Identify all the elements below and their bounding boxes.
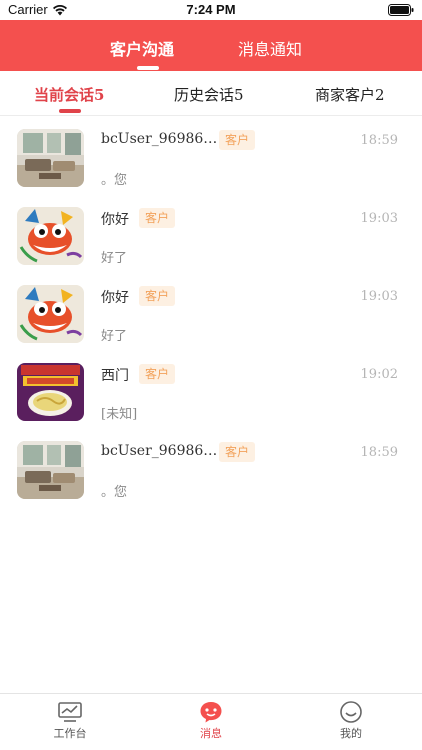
customer-badge: 客户 — [219, 442, 256, 462]
conversation-time: 18:59 — [360, 133, 398, 148]
last-message-preview: 好了 — [101, 329, 128, 344]
top-navigation: 客户沟通 消息通知 — [0, 20, 422, 71]
conversation-name: bcUser_96986… — [101, 443, 218, 459]
customer-badge: 客户 — [139, 208, 176, 228]
avatar-room-photo — [17, 129, 84, 187]
nav-messages[interactable]: 消息 — [171, 700, 251, 741]
nav-workbench[interactable]: 工作台 — [30, 700, 110, 741]
customer-badge: 客户 — [139, 364, 176, 384]
tab-customer-communication[interactable]: 客户沟通 — [110, 36, 174, 60]
tab-history-sessions[interactable]: 历史会话5 — [174, 84, 244, 105]
conversation-time: 18:59 — [360, 445, 398, 460]
conversation-name: 西门 — [101, 368, 129, 384]
avatar-dragon-art — [17, 207, 84, 265]
bottom-tab-bar: 工作台 消息 我的 — [0, 693, 422, 750]
avatar-food-package — [17, 363, 84, 421]
avatar-room-photo — [17, 441, 84, 499]
conversation-name: bcUser_96986… — [101, 131, 218, 147]
conversation-item[interactable]: bcUser_96986… 客户 18:59 。您 — [0, 429, 422, 507]
conversation-list: bcUser_96986… 客户 18:59 。您 你好 客户 19:03 好了 — [0, 117, 422, 507]
conversation-item[interactable]: bcUser_96986… 客户 18:59 。您 — [0, 117, 422, 195]
conversation-item[interactable]: 西门 客户 19:02 [未知] — [0, 351, 422, 429]
nav-messages-label: 消息 — [200, 727, 222, 740]
monitor-icon — [58, 702, 82, 722]
avatar-dragon-art — [17, 285, 84, 343]
battery-icon — [388, 4, 414, 16]
tab-merchant-customers[interactable]: 商家客户2 — [315, 84, 385, 105]
clock: 7:24 PM — [186, 2, 236, 17]
tab-message-notifications[interactable]: 消息通知 — [238, 36, 302, 60]
conversation-item[interactable]: 你好 客户 19:03 好了 — [0, 195, 422, 273]
customer-badge: 客户 — [219, 130, 256, 150]
last-message-preview: [未知] — [101, 407, 138, 422]
nav-profile-label: 我的 — [340, 727, 362, 740]
conversation-time: 19:03 — [360, 211, 398, 226]
conversation-time: 19:03 — [360, 289, 398, 304]
conversation-name: 你好 — [101, 212, 129, 228]
profile-icon — [340, 701, 362, 723]
chat-icon — [200, 702, 222, 723]
last-message-preview: 。您 — [101, 485, 128, 500]
active-subtab-indicator — [59, 109, 81, 113]
last-message-preview: 好了 — [101, 251, 128, 266]
tab-current-sessions[interactable]: 当前会话5 — [34, 84, 104, 105]
conversation-name: 你好 — [101, 290, 129, 306]
status-bar: Carrier 7:24 PM — [0, 0, 422, 20]
nav-profile[interactable]: 我的 — [311, 700, 391, 741]
active-tab-indicator — [137, 66, 159, 70]
conversation-filter-tabs: 当前会话5 历史会话5 商家客户2 — [0, 71, 422, 116]
nav-workbench-label: 工作台 — [53, 727, 87, 740]
conversation-time: 19:02 — [360, 367, 398, 382]
conversation-item[interactable]: 你好 客户 19:03 好了 — [0, 273, 422, 351]
customer-badge: 客户 — [139, 286, 176, 306]
last-message-preview: 。您 — [101, 173, 128, 188]
